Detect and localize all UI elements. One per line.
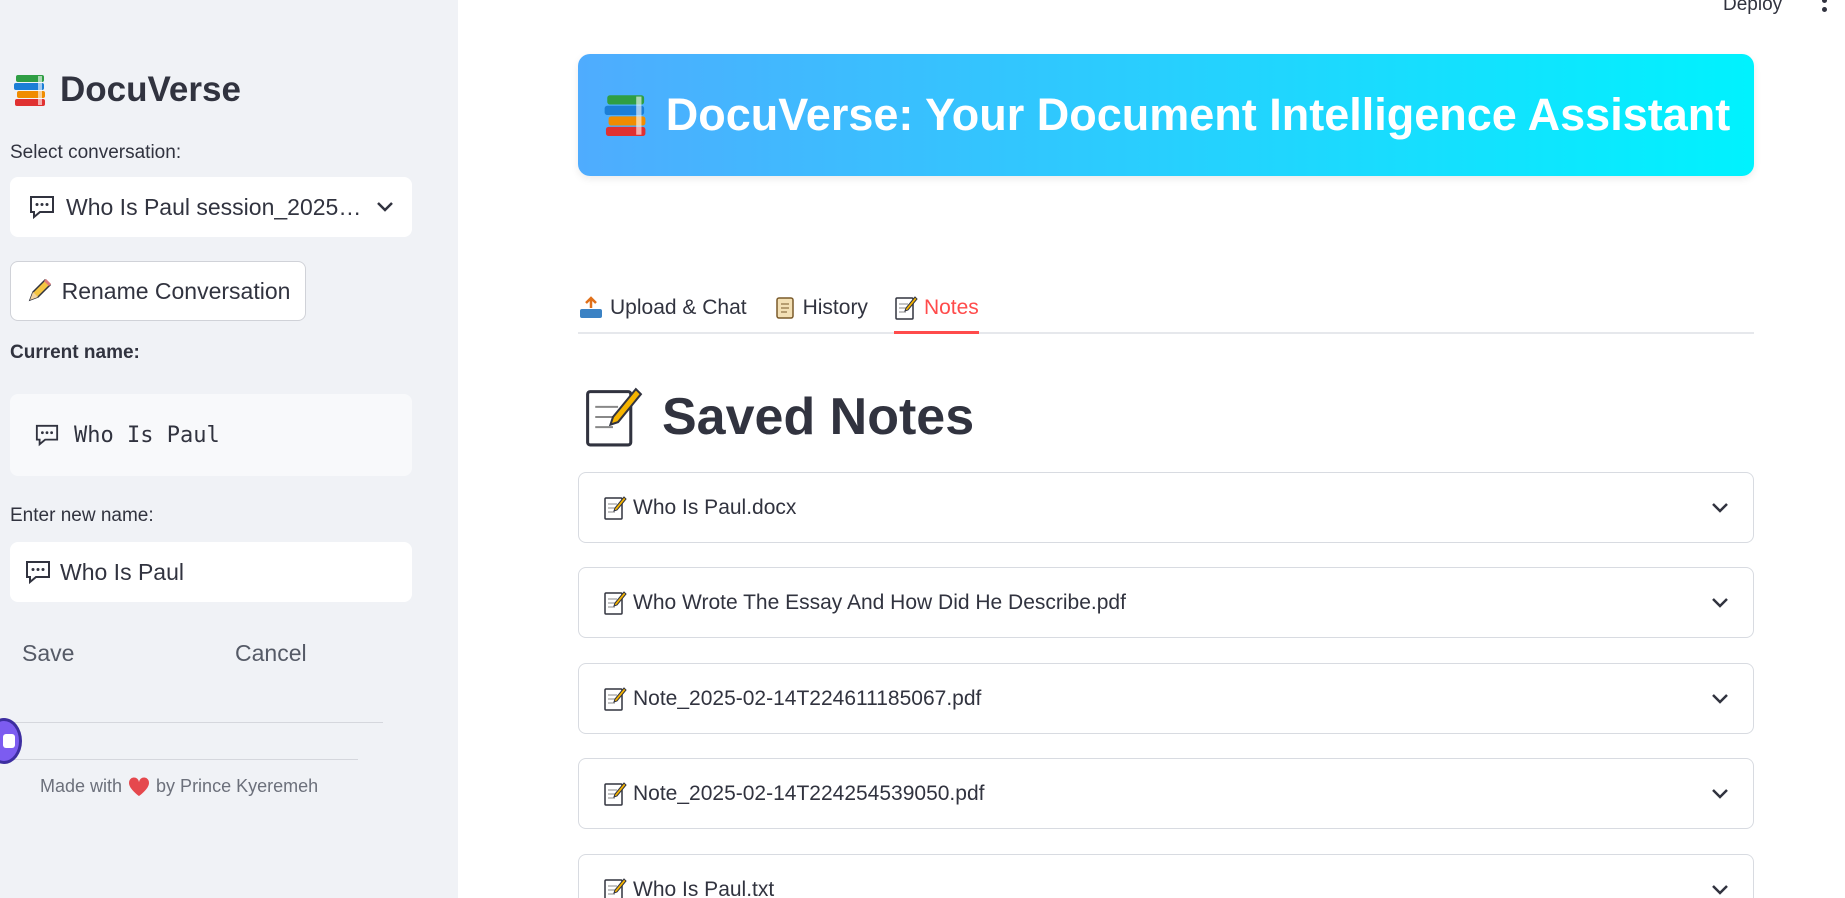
divider — [0, 722, 383, 723]
chevron-down-icon — [1711, 597, 1729, 609]
new-name-input[interactable]: Who Is Paul — [10, 542, 412, 602]
scroll-icon — [773, 295, 797, 321]
new-name-label: Enter new name: — [10, 505, 154, 526]
chevron-down-icon — [1711, 884, 1729, 896]
note-expander[interactable]: Note_2025-02-14T224254539050.pdf — [578, 758, 1754, 829]
note-expander[interactable]: Who Wrote The Essay And How Did He Descr… — [578, 567, 1754, 638]
footer-suffix: by Prince Kyeremeh — [156, 776, 319, 796]
speech-balloon-icon — [24, 559, 52, 585]
tab-notes[interactable]: Notes — [893, 284, 979, 334]
select-conversation-label: Select conversation: — [10, 142, 182, 163]
memo-icon — [603, 686, 627, 712]
memo-icon — [580, 384, 646, 450]
footer-prefix: Made with — [40, 776, 123, 796]
tab-upload-chat[interactable]: Upload & Chat — [578, 284, 747, 332]
note-title: Note_2025-02-14T224254539050.pdf — [633, 781, 985, 805]
inbox-tray-icon — [578, 296, 604, 320]
cancel-button[interactable]: Cancel — [235, 640, 307, 667]
memo-icon — [603, 877, 627, 898]
rename-button-label: Rename Conversation — [61, 277, 291, 304]
sidebar-title: DocuVerse — [12, 70, 241, 110]
pencil-icon — [26, 278, 52, 304]
page-title: Saved Notes — [580, 384, 974, 450]
deploy-button[interactable]: Deploy — [1723, 0, 1782, 16]
hero-title: DocuVerse: Your Document Intelligence As… — [665, 89, 1731, 140]
assistant-avatar[interactable] — [0, 718, 22, 764]
selected-conversation-text: Who Is Paul session_2025… — [66, 193, 362, 220]
books-icon — [12, 71, 50, 109]
hero-banner: DocuVerse: Your Document Intelligence As… — [578, 54, 1754, 176]
sidebar: DocuVerse Select conversation: Who Is Pa… — [0, 0, 458, 898]
heart-icon — [128, 776, 150, 797]
divider — [0, 759, 358, 760]
tab-bar: Upload & Chat History Notes — [578, 284, 1754, 334]
current-name-label: Current name: — [10, 342, 140, 363]
note-expander[interactable]: Who Is Paul.docx — [578, 472, 1754, 543]
memo-icon — [894, 295, 918, 321]
memo-icon — [603, 590, 627, 616]
note-expander[interactable]: Who Is Paul.txt — [578, 854, 1754, 898]
current-name-value: Who Is Paul — [74, 422, 220, 448]
tab-label: History — [802, 296, 868, 319]
rename-conversation-button[interactable]: Rename Conversation — [10, 261, 306, 321]
note-title: Who Is Paul.txt — [633, 877, 775, 898]
sidebar-title-text: DocuVerse — [60, 70, 241, 109]
main-menu-icon[interactable] — [1822, 0, 1828, 12]
page-title-text: Saved Notes — [662, 388, 975, 446]
chevron-down-icon — [1711, 693, 1729, 705]
tab-history[interactable]: History — [773, 284, 868, 332]
save-button[interactable]: Save — [22, 640, 74, 667]
tab-label: Upload & Chat — [610, 296, 747, 319]
memo-icon — [603, 781, 627, 807]
chevron-down-icon — [1711, 788, 1729, 800]
current-name-box: Who Is Paul — [10, 394, 412, 476]
chevron-down-icon — [376, 201, 394, 213]
speech-balloon-icon — [34, 423, 60, 447]
chevron-down-icon — [1711, 502, 1729, 514]
footer: Made with by Prince Kyeremeh — [40, 776, 318, 797]
books-icon — [602, 90, 652, 140]
note-expander[interactable]: Note_2025-02-14T224611185067.pdf — [578, 663, 1754, 734]
note-title: Who Wrote The Essay And How Did He Descr… — [633, 590, 1126, 614]
conversation-select[interactable]: Who Is Paul session_2025… — [10, 177, 412, 237]
tab-label: Notes — [923, 296, 979, 319]
note-title: Note_2025-02-14T224611185067.pdf — [633, 686, 982, 710]
speech-balloon-icon — [28, 194, 56, 220]
note-title: Who Is Paul.docx — [633, 495, 797, 519]
new-name-value: Who Is Paul — [60, 558, 184, 585]
memo-icon — [603, 495, 627, 521]
